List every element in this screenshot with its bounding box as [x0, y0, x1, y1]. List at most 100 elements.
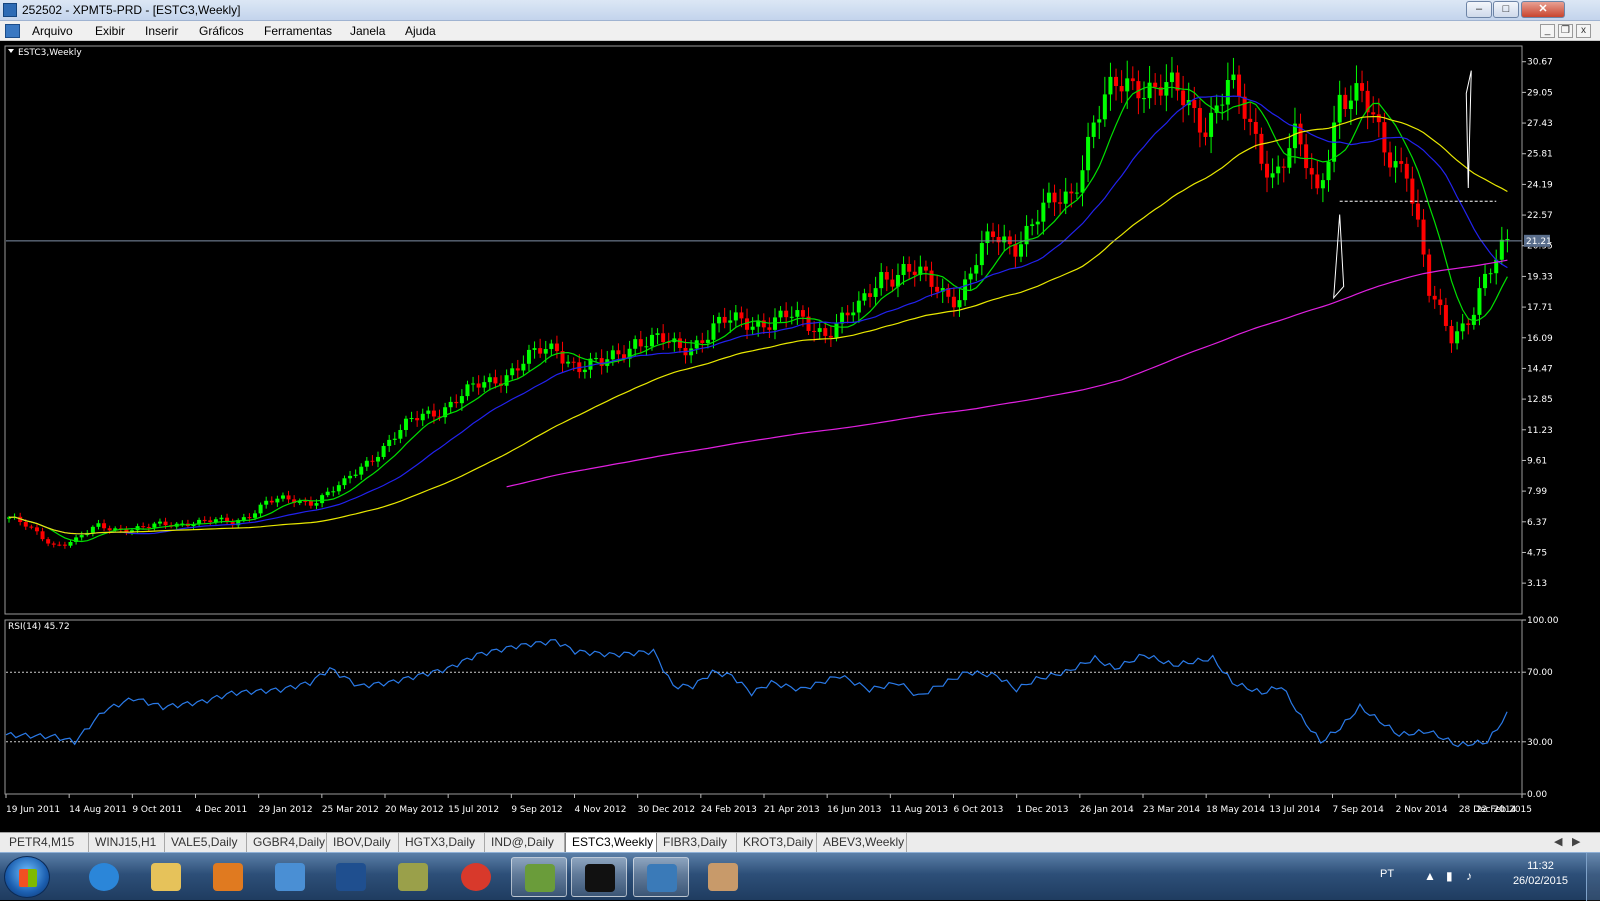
taskbar-button[interactable]: [511, 857, 567, 897]
start-button[interactable]: [4, 856, 50, 898]
date-axis-label: 16 Jun 2013: [827, 805, 881, 815]
date-axis-label: 9 Sep 2012: [511, 805, 562, 815]
candle-bull: [633, 339, 638, 349]
menu-exibir[interactable]: Exibir: [95, 24, 125, 38]
language-indicator[interactable]: PT: [1380, 868, 1394, 880]
candle-bear: [845, 312, 850, 316]
symbol-tab[interactable]: IND@,Daily: [485, 833, 565, 852]
menu-janela[interactable]: Janela: [350, 24, 385, 38]
taskbar-button[interactable]: [323, 857, 379, 897]
candle-bull: [1270, 173, 1275, 178]
date-axis-label: 24 Feb 2013: [701, 805, 757, 815]
taskbar-button[interactable]: [633, 857, 689, 897]
candle-bear: [1248, 118, 1253, 123]
media-player-icon: [213, 863, 243, 891]
symbol-tab[interactable]: WINJ15,H1: [89, 833, 165, 852]
price-axis-label: 7.99: [1527, 487, 1547, 497]
moving-average-8: [8, 85, 1508, 543]
taskbar-button[interactable]: [76, 857, 132, 897]
candle-bear: [912, 271, 917, 275]
candle-bull: [1164, 82, 1169, 96]
tab-scroll-left-icon[interactable]: ◀: [1554, 835, 1562, 848]
date-axis-label: 1 Dec 2013: [1017, 805, 1069, 815]
symbol-tab[interactable]: HGTX3,Daily: [399, 833, 485, 852]
symbol-tab[interactable]: GGBR4,Daily: [247, 833, 327, 852]
date-axis-label: 20 May 2012: [385, 805, 444, 815]
candle-bull: [750, 326, 755, 330]
candle-bull: [549, 343, 554, 350]
date-axis-label: 26 Jan 2014: [1080, 805, 1134, 815]
taskbar-button[interactable]: [262, 857, 318, 897]
windows-logo-icon: [19, 869, 37, 887]
candle-bull: [1063, 191, 1068, 204]
symbol-tab[interactable]: ESTC3,Weekly: [565, 833, 657, 853]
taskbar-button[interactable]: [448, 857, 504, 897]
candle-bull: [795, 310, 800, 317]
candle-bear: [1449, 325, 1454, 344]
maximize-button[interactable]: □: [1493, 1, 1519, 18]
candle-bull: [1354, 83, 1359, 101]
taskbar-button[interactable]: [695, 857, 751, 897]
mdi-restore-button[interactable]: ❐: [1558, 24, 1573, 38]
menu-arquivo[interactable]: Arquivo: [32, 24, 73, 38]
clock[interactable]: 11:32 26/02/2015: [1513, 859, 1568, 889]
show-hidden-icons-icon[interactable]: ▲: [1424, 869, 1436, 883]
close-button[interactable]: ✕: [1521, 1, 1565, 18]
candle-bull: [1477, 288, 1482, 315]
menu-inserir[interactable]: Inserir: [145, 24, 178, 38]
candle-bull: [1091, 122, 1096, 137]
menu-ajuda[interactable]: Ajuda: [405, 24, 436, 38]
window-title-bar[interactable]: 252502 - XPMT5-PRD - [ESTC3,Weekly] – □ …: [0, 0, 1600, 21]
candle-bull: [504, 375, 509, 386]
candle-bear: [1421, 219, 1426, 255]
taskbar-button[interactable]: [385, 857, 441, 897]
minimize-button[interactable]: –: [1466, 1, 1492, 18]
taskbar-button[interactable]: [200, 857, 256, 897]
candle-bull: [778, 310, 783, 318]
taskbar-button[interactable]: [138, 857, 194, 897]
date-axis-label: 4 Dec 2011: [196, 805, 248, 815]
chrome-icon: [461, 863, 491, 891]
candle-bear: [57, 544, 62, 546]
candle-bear: [991, 231, 996, 237]
symbol-tab[interactable]: ABEV3,Weekly: [817, 833, 907, 852]
remote-desktop-icon: [275, 863, 305, 891]
tab-scroll-right-icon[interactable]: ▶: [1572, 835, 1580, 848]
volume-icon[interactable]: ♪: [1466, 869, 1472, 883]
menu-graficos[interactable]: Gráficos: [199, 24, 244, 38]
taskbar-button[interactable]: [571, 857, 627, 897]
windows-taskbar: PT ▲ ▮ ♪ 11:32 26/02/2015: [0, 852, 1600, 901]
candle-bear: [745, 318, 750, 330]
symbol-tab[interactable]: FIBR3,Daily: [657, 833, 737, 852]
candle-bear: [1069, 191, 1074, 194]
symbol-tab[interactable]: PETR4,M15: [3, 833, 89, 852]
candle-bear: [1371, 112, 1376, 115]
mdi-close-button[interactable]: x: [1576, 24, 1591, 38]
menu-ferramentas[interactable]: Ferramentas: [264, 24, 332, 38]
candle-bear: [554, 343, 559, 352]
date-axis-label: 22 Feb 2015: [1476, 805, 1532, 815]
show-desktop-button[interactable]: [1586, 853, 1600, 901]
date-axis-label: 6 Oct 2013: [954, 805, 1004, 815]
mdi-minimize-button[interactable]: _: [1540, 24, 1555, 38]
candle-bull: [348, 475, 353, 479]
symbol-tab[interactable]: VALE5,Daily: [165, 833, 247, 852]
symbol-tab[interactable]: KROT3,Daily: [737, 833, 817, 852]
chart-window-icon[interactable]: [5, 24, 20, 38]
internet-explorer-icon: [89, 863, 119, 891]
candle-bear: [1264, 163, 1269, 178]
candle-bear: [1203, 132, 1208, 137]
date-axis-label: 19 Jun 2011: [6, 805, 60, 815]
candle-bull: [543, 349, 548, 354]
price-chart[interactable]: 30.6729.0527.4325.8124.1922.5720.9519.33…: [0, 42, 1600, 832]
candle-bear: [34, 527, 39, 532]
price-axis-label: 11.23: [1527, 426, 1553, 436]
chart-window[interactable]: 30.6729.0527.4325.8124.1922.5720.9519.33…: [0, 42, 1600, 832]
candle-bull: [1287, 148, 1292, 168]
candle-bear: [476, 383, 481, 388]
candle-bull: [1505, 239, 1510, 241]
candle-bull: [644, 346, 649, 348]
network-icon[interactable]: ▮: [1446, 869, 1453, 883]
symbol-tab[interactable]: IBOV,Daily: [327, 833, 399, 852]
candle-bull: [1024, 225, 1029, 245]
